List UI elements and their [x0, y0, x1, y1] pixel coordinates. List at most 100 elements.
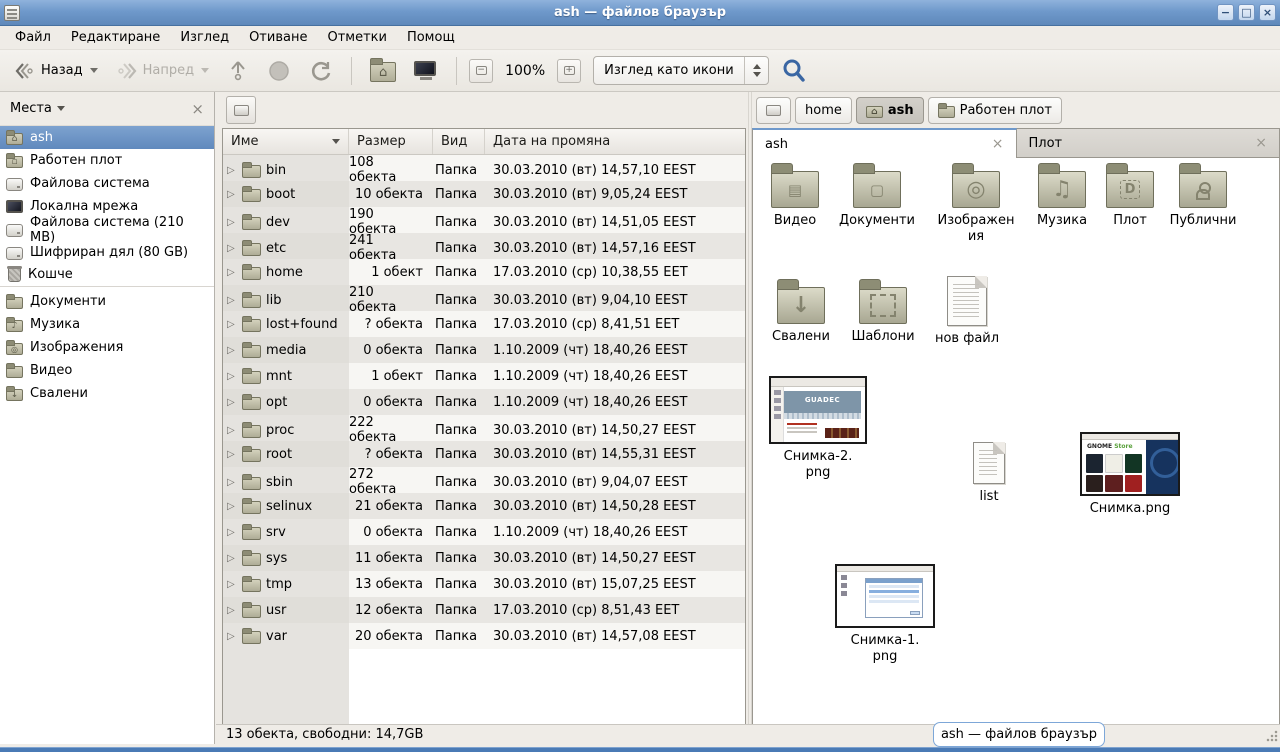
table-row[interactable]: ▷ var 20 обекта Папка 30.03.2010 (вт) 14…: [223, 623, 745, 649]
expander-icon[interactable]: ▷: [227, 267, 237, 278]
sidebar-title[interactable]: Места: [10, 101, 52, 116]
sidebar-item[interactable]: Файлова система (210 MB): [0, 218, 214, 241]
file-list[interactable]: list: [947, 442, 1031, 505]
expander-icon[interactable]: ▷: [227, 397, 237, 408]
expander-icon[interactable]: ▷: [227, 449, 237, 460]
file-new-file[interactable]: нов файл: [925, 276, 1009, 347]
expander-icon[interactable]: ▷: [227, 501, 237, 512]
table-row[interactable]: ▷ media 0 обекта Папка 1.10.2009 (чт) 18…: [223, 337, 745, 363]
home-button[interactable]: ⌂: [364, 55, 402, 86]
expander-icon[interactable]: ▷: [227, 295, 237, 306]
expander-icon[interactable]: ▷: [227, 605, 237, 616]
resize-grip[interactable]: [1266, 730, 1278, 742]
table-row[interactable]: ▷ bin 108 обекта Папка 30.03.2010 (вт) 1…: [223, 155, 745, 181]
folder-downloads[interactable]: ↓ Свалени: [759, 276, 843, 345]
icon-view[interactable]: ▤ Видео ▢ Документи ◎ Изображен ия ♫ Муз…: [752, 158, 1280, 728]
reload-button[interactable]: [303, 55, 339, 87]
sidebar-item[interactable]: Шифриран дял (80 GB): [0, 241, 214, 264]
back-history-chevron-icon[interactable]: [90, 68, 98, 73]
folder-public[interactable]: Публични: [1160, 160, 1246, 229]
expander-icon[interactable]: ▷: [227, 371, 237, 382]
expander-icon[interactable]: ▷: [227, 527, 237, 538]
table-row[interactable]: ▷ root ? обекта Папка 30.03.2010 (вт) 14…: [223, 441, 745, 467]
tree-root-button[interactable]: [226, 96, 256, 124]
expander-icon[interactable]: ▷: [227, 217, 237, 228]
expander-icon[interactable]: ▷: [227, 189, 237, 200]
sidebar-chevron-down-icon[interactable]: [57, 106, 65, 111]
pathbar-desktop-button[interactable]: Работен плот: [928, 97, 1062, 124]
folder-video[interactable]: ▤ Видео: [753, 160, 837, 229]
sidebar-close-icon[interactable]: ×: [191, 100, 204, 118]
pathbar-ash-button[interactable]: ash: [856, 97, 924, 124]
view-mode-select[interactable]: Изглед като икони: [593, 56, 769, 85]
expander-icon[interactable]: ▷: [227, 579, 237, 590]
computer-button[interactable]: [408, 57, 444, 85]
table-row[interactable]: ▷ dev 190 обекта Папка 30.03.2010 (вт) 1…: [223, 207, 745, 233]
column-header-name[interactable]: Име: [223, 129, 349, 154]
table-row[interactable]: ▷ sbin 272 обекта Папка 30.03.2010 (вт) …: [223, 467, 745, 493]
zoom-in-button[interactable]: +: [557, 59, 581, 83]
menu-edit[interactable]: Редактиране: [62, 27, 169, 48]
sidebar-item[interactable]: Работен плот: [0, 149, 214, 172]
table-row[interactable]: ▷ mnt 1 обект Папка 1.10.2009 (чт) 18,40…: [223, 363, 745, 389]
up-button[interactable]: [221, 55, 255, 87]
sidebar-item[interactable]: ash: [0, 126, 214, 149]
tab-ash[interactable]: ash ×: [752, 128, 1017, 158]
expander-icon[interactable]: ▷: [227, 553, 237, 564]
sidebar-item[interactable]: Свалени: [0, 382, 214, 405]
forward-history-chevron-icon[interactable]: [201, 68, 209, 73]
menu-bookmarks[interactable]: Отметки: [318, 27, 395, 48]
folder-images[interactable]: ◎ Изображен ия: [929, 160, 1023, 244]
table-row[interactable]: ▷ etc 241 обекта Папка 30.03.2010 (вт) 1…: [223, 233, 745, 259]
expander-icon[interactable]: ▷: [227, 243, 237, 254]
stop-button[interactable]: [261, 55, 297, 87]
expander-icon[interactable]: ▷: [227, 631, 237, 642]
pathbar-root-button[interactable]: [756, 97, 791, 124]
folder-desktop[interactable]: D Плот: [1093, 160, 1167, 229]
table-row[interactable]: ▷ boot 10 обекта Папка 30.03.2010 (вт) 9…: [223, 181, 745, 207]
sidebar-item[interactable]: Файлова система: [0, 172, 214, 195]
sidebar-item[interactable]: Документи: [0, 290, 214, 313]
close-button[interactable]: ×: [1259, 4, 1276, 21]
sidebar-item[interactable]: Кошче: [0, 264, 214, 287]
column-header-date[interactable]: Дата на промяна: [485, 129, 745, 154]
menu-file[interactable]: Файл: [6, 27, 60, 48]
sidebar-item[interactable]: Видео: [0, 359, 214, 382]
table-row[interactable]: ▷ proc 222 обекта Папка 30.03.2010 (вт) …: [223, 415, 745, 441]
sidebar-item[interactable]: Музика: [0, 313, 214, 336]
tab-close-icon[interactable]: ×: [1255, 135, 1267, 151]
menu-help[interactable]: Помощ: [398, 27, 464, 48]
expander-icon[interactable]: ▷: [227, 425, 237, 436]
file-snimka[interactable]: GNOME Store Снимка.png: [1079, 432, 1181, 517]
table-row[interactable]: ▷ sys 11 обекта Папка 30.03.2010 (вт) 14…: [223, 545, 745, 571]
forward-button[interactable]: Напред: [110, 58, 215, 84]
file-snimka-1[interactable]: Снимка-1. png: [833, 564, 937, 664]
table-row[interactable]: ▷ usr 12 обекта Папка 17.03.2010 (ср) 8,…: [223, 597, 745, 623]
table-row[interactable]: ▷ srv 0 обекта Папка 1.10.2009 (чт) 18,4…: [223, 519, 745, 545]
table-row[interactable]: ▷ selinux 21 обекта Папка 30.03.2010 (вт…: [223, 493, 745, 519]
table-row[interactable]: ▷ opt 0 обекта Папка 1.10.2009 (чт) 18,4…: [223, 389, 745, 415]
table-row[interactable]: ▷ lost+found ? обекта Папка 17.03.2010 (…: [223, 311, 745, 337]
table-row[interactable]: ▷ home 1 обект Папка 17.03.2010 (ср) 10,…: [223, 259, 745, 285]
search-button[interactable]: [775, 54, 813, 88]
column-header-size[interactable]: Размер: [349, 129, 433, 154]
tab-close-icon[interactable]: ×: [992, 136, 1004, 152]
expander-icon[interactable]: ▷: [227, 165, 237, 176]
view-mode-stepper[interactable]: [744, 57, 768, 84]
menu-go[interactable]: Отиване: [240, 27, 316, 48]
minimize-button[interactable]: −: [1217, 4, 1234, 21]
table-row[interactable]: ▷ lib 210 обекта Папка 30.03.2010 (вт) 9…: [223, 285, 745, 311]
folder-templates[interactable]: ▢ Шаблони: [841, 276, 925, 345]
column-header-type[interactable]: Вид: [433, 129, 485, 154]
folder-documents[interactable]: ▢ Документи: [831, 160, 923, 229]
menu-view[interactable]: Изглед: [171, 27, 238, 48]
tab-plot[interactable]: Плот ×: [1017, 128, 1280, 158]
file-snimka-2[interactable]: GUADEC Снимка-2. png: [767, 376, 869, 480]
expander-icon[interactable]: ▷: [227, 345, 237, 356]
back-button[interactable]: Назад: [8, 58, 104, 84]
zoom-out-button[interactable]: −: [469, 59, 493, 83]
expander-icon[interactable]: ▷: [227, 319, 237, 330]
pathbar-home-button[interactable]: home: [795, 97, 852, 124]
titlebar[interactable]: ash — файлов браузър − □ ×: [0, 0, 1280, 26]
expander-icon[interactable]: ▷: [227, 477, 237, 488]
